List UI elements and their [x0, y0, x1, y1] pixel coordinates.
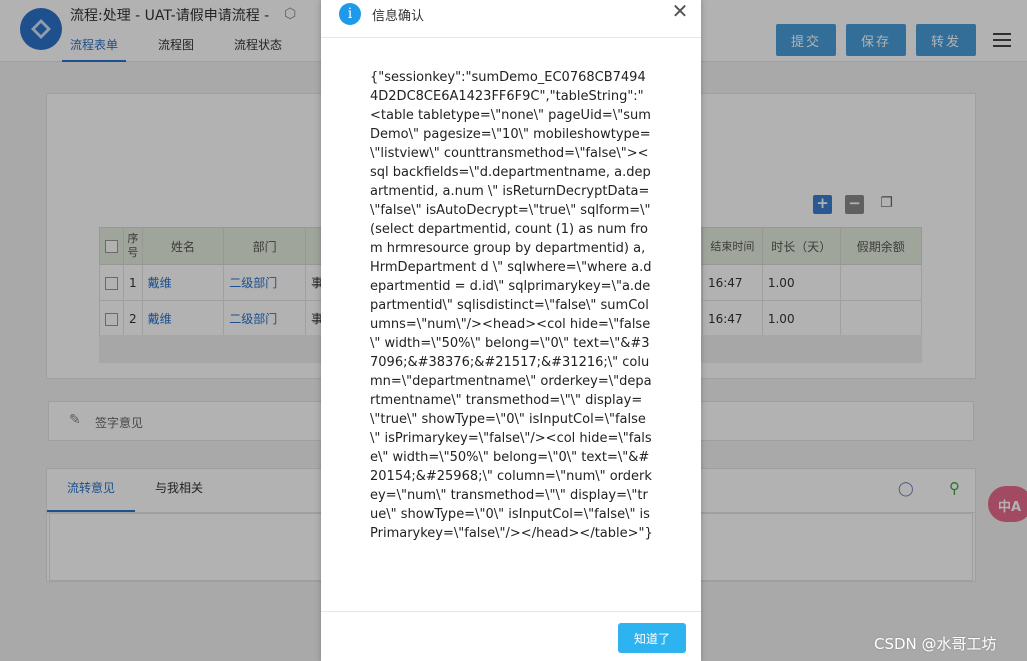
- info-icon: i: [339, 3, 361, 25]
- dialog-header: i 信息确认 ✕: [321, 0, 701, 38]
- dialog-message: {"sessionkey":"sumDemo_EC0768CB74944D2DC…: [370, 70, 655, 541]
- close-icon[interactable]: ✕: [671, 0, 689, 22]
- ok-button[interactable]: 知道了: [618, 623, 686, 653]
- confirm-dialog: i 信息确认 ✕ {"sessionkey":"sumDemo_EC0768CB…: [321, 0, 701, 661]
- dialog-footer: 知道了: [321, 611, 701, 661]
- dialog-title: 信息确认: [372, 9, 425, 24]
- watermark: CSDN @水哥工坊: [874, 635, 997, 653]
